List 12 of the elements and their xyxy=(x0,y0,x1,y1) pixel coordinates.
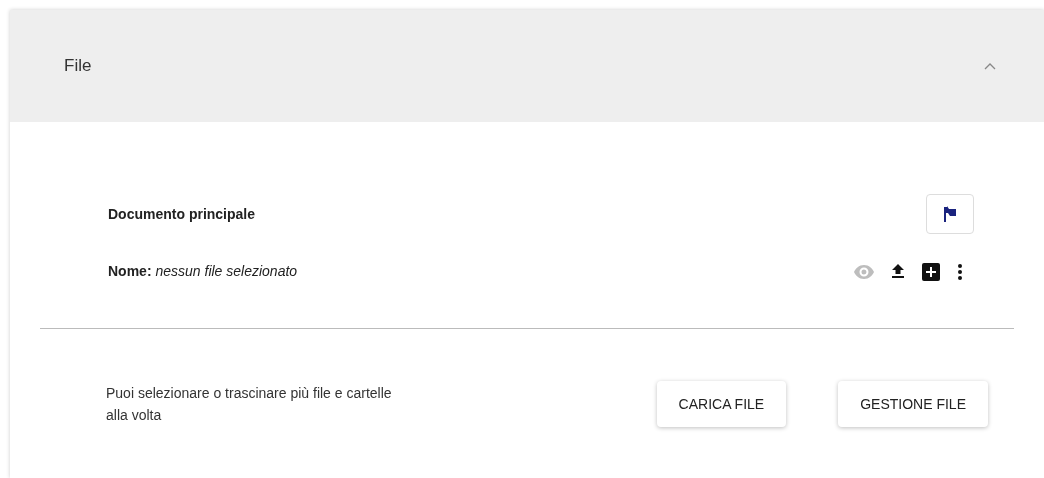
panel-title: File xyxy=(64,55,92,78)
flag-icon xyxy=(943,206,957,222)
file-name-text: Nome: nessun file selezionato xyxy=(108,262,298,281)
more-icon[interactable] xyxy=(958,263,962,280)
action-button[interactable]: CARICA FILE xyxy=(656,381,787,427)
hint-text: Puoi selezionare o trascinare più file e cartelle alla volta xyxy=(106,384,393,425)
plus-square-icon[interactable] xyxy=(922,262,940,281)
document-heading: Documento principale xyxy=(108,204,256,224)
action-button[interactable]: GESTIONE FILE xyxy=(838,381,988,427)
upload-icon[interactable] xyxy=(892,264,904,279)
panel-header[interactable]: File xyxy=(10,10,1044,122)
flag-button[interactable] xyxy=(926,194,974,234)
